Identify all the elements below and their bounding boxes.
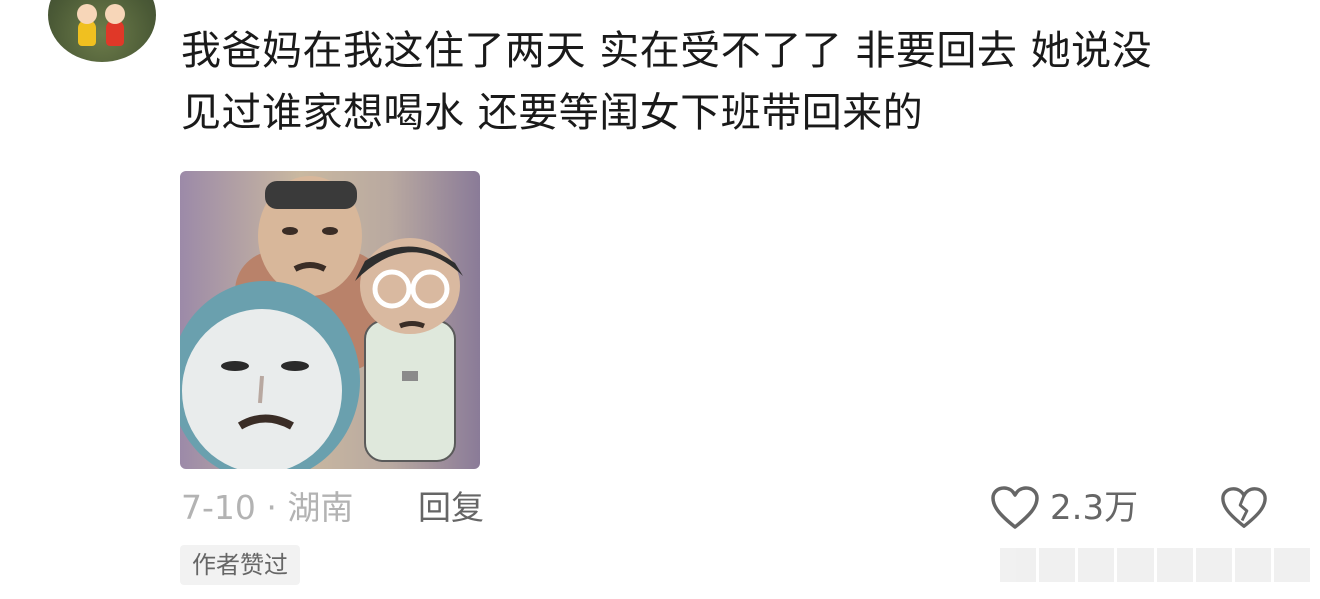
heart-icon (991, 486, 1039, 529)
comment-text: 我爸妈在我这住了两天 实在受不了了 非要回去 她说没 见过谁家想喝水 还要等闺女… (181, 28, 1153, 136)
avatar-figure-head (77, 4, 97, 24)
comment-image[interactable] (180, 171, 480, 469)
dislike-button[interactable] (1220, 484, 1268, 532)
avatar-figure-head (105, 4, 125, 24)
author-liked-badge: 作者赞过 (180, 545, 300, 585)
like-count: 2.3万 (1050, 488, 1139, 528)
watermark (1000, 548, 1310, 582)
avatar[interactable] (48, 0, 156, 62)
broken-heart-icon (1221, 487, 1267, 528)
meme-illustration (180, 176, 463, 469)
like-button[interactable]: 2.3万 (990, 484, 1138, 532)
comment-date-location: 7-10 · 湖南 (181, 488, 354, 527)
reply-button[interactable]: 回复 (418, 486, 484, 530)
